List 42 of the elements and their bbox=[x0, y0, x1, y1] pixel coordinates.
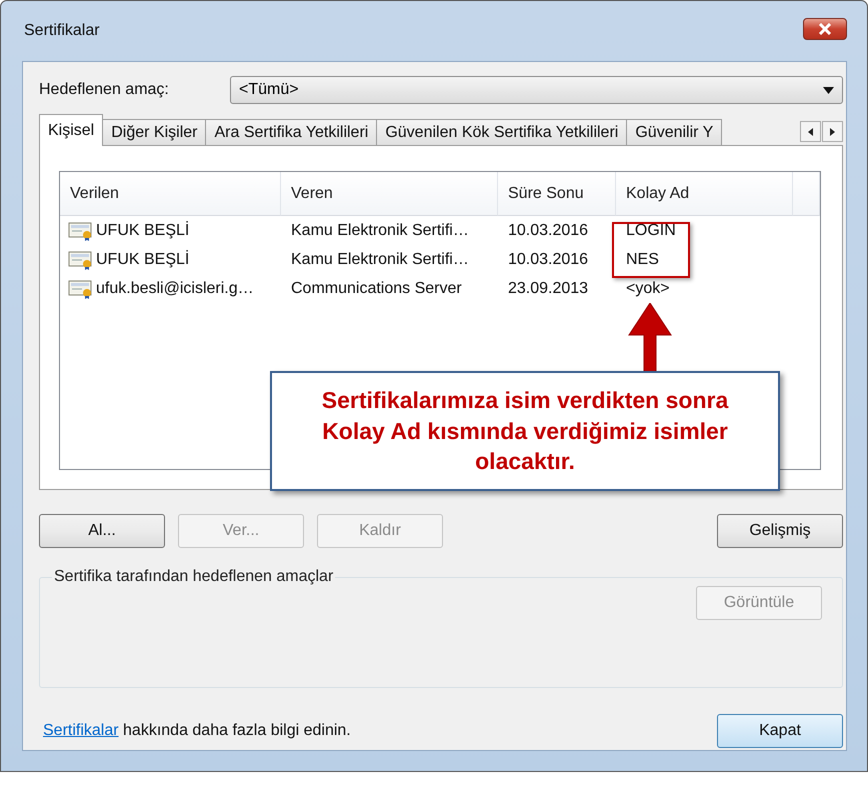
column-header[interactable]: Süre Sonu bbox=[498, 172, 616, 216]
purpose-dropdown[interactable]: <Tümü> bbox=[230, 76, 843, 104]
column-header[interactable]: Verilen bbox=[60, 172, 281, 216]
tab[interactable]: Ara Sertifika Yetkilileri bbox=[205, 119, 378, 146]
table-cell: ufuk.besli@icisleri.g… bbox=[96, 280, 254, 298]
tab[interactable]: Güvenilen Kök Sertifika Yetkilileri bbox=[376, 119, 628, 146]
scroll-left-button[interactable] bbox=[800, 121, 821, 142]
pointer-arrow bbox=[627, 303, 673, 373]
group-title: Sertifika tarafından hedeflenen amaçlar bbox=[53, 568, 334, 586]
right-arrow-icon bbox=[830, 128, 835, 136]
table-cell: UFUK BEŞLİ bbox=[96, 250, 190, 268]
info-text: Sertifikalar hakkında daha fazla bilgi edinin. bbox=[43, 722, 351, 740]
table-cell: LOGIN bbox=[626, 222, 676, 240]
table-cell: Kamu Elektronik Sertifi… bbox=[291, 250, 469, 268]
table-cell: <yok> bbox=[626, 280, 670, 298]
close-icon bbox=[818, 23, 832, 35]
table-cell: 23.09.2013 bbox=[508, 280, 588, 298]
table-cell: Kamu Elektronik Sertifi… bbox=[291, 222, 469, 240]
certificates-link[interactable]: Sertifikalar bbox=[43, 722, 119, 739]
dropdown-arrow-icon bbox=[823, 86, 834, 94]
close-button[interactable] bbox=[803, 18, 847, 40]
column-header[interactable]: Veren bbox=[281, 172, 498, 216]
close-dialog-button[interactable]: Kapat bbox=[717, 714, 843, 748]
action-button[interactable]: Al... bbox=[39, 514, 165, 548]
certificate-icon bbox=[68, 220, 94, 240]
tab[interactable]: Kişisel bbox=[39, 114, 104, 146]
left-arrow-icon bbox=[808, 128, 813, 136]
table-cell: Communications Server bbox=[291, 280, 462, 298]
table-cell: NES bbox=[626, 250, 659, 268]
annotation-text: Sertifikalarımıza isim verdikten sonra Kolay Ad kısmında verdiğimiz isimler olacaktır. bbox=[320, 386, 730, 476]
certificate-icon bbox=[68, 278, 94, 298]
table-cell: 10.03.2016 bbox=[508, 250, 588, 268]
tab[interactable]: Güvenilir Y bbox=[626, 119, 722, 146]
column-header[interactable]: Kolay Ad bbox=[616, 172, 793, 216]
tab[interactable]: Diğer Kişiler bbox=[102, 119, 206, 146]
certificate-icon bbox=[68, 250, 94, 270]
advanced-button[interactable]: Gelişmiş bbox=[717, 514, 843, 548]
scroll-right-button[interactable] bbox=[822, 121, 843, 142]
purpose-label: Hedeflenen amaç: bbox=[39, 81, 170, 99]
window-title: Sertifikalar bbox=[24, 22, 100, 40]
table-cell: UFUK BEŞLİ bbox=[96, 222, 190, 240]
table-cell: 10.03.2016 bbox=[508, 222, 588, 240]
